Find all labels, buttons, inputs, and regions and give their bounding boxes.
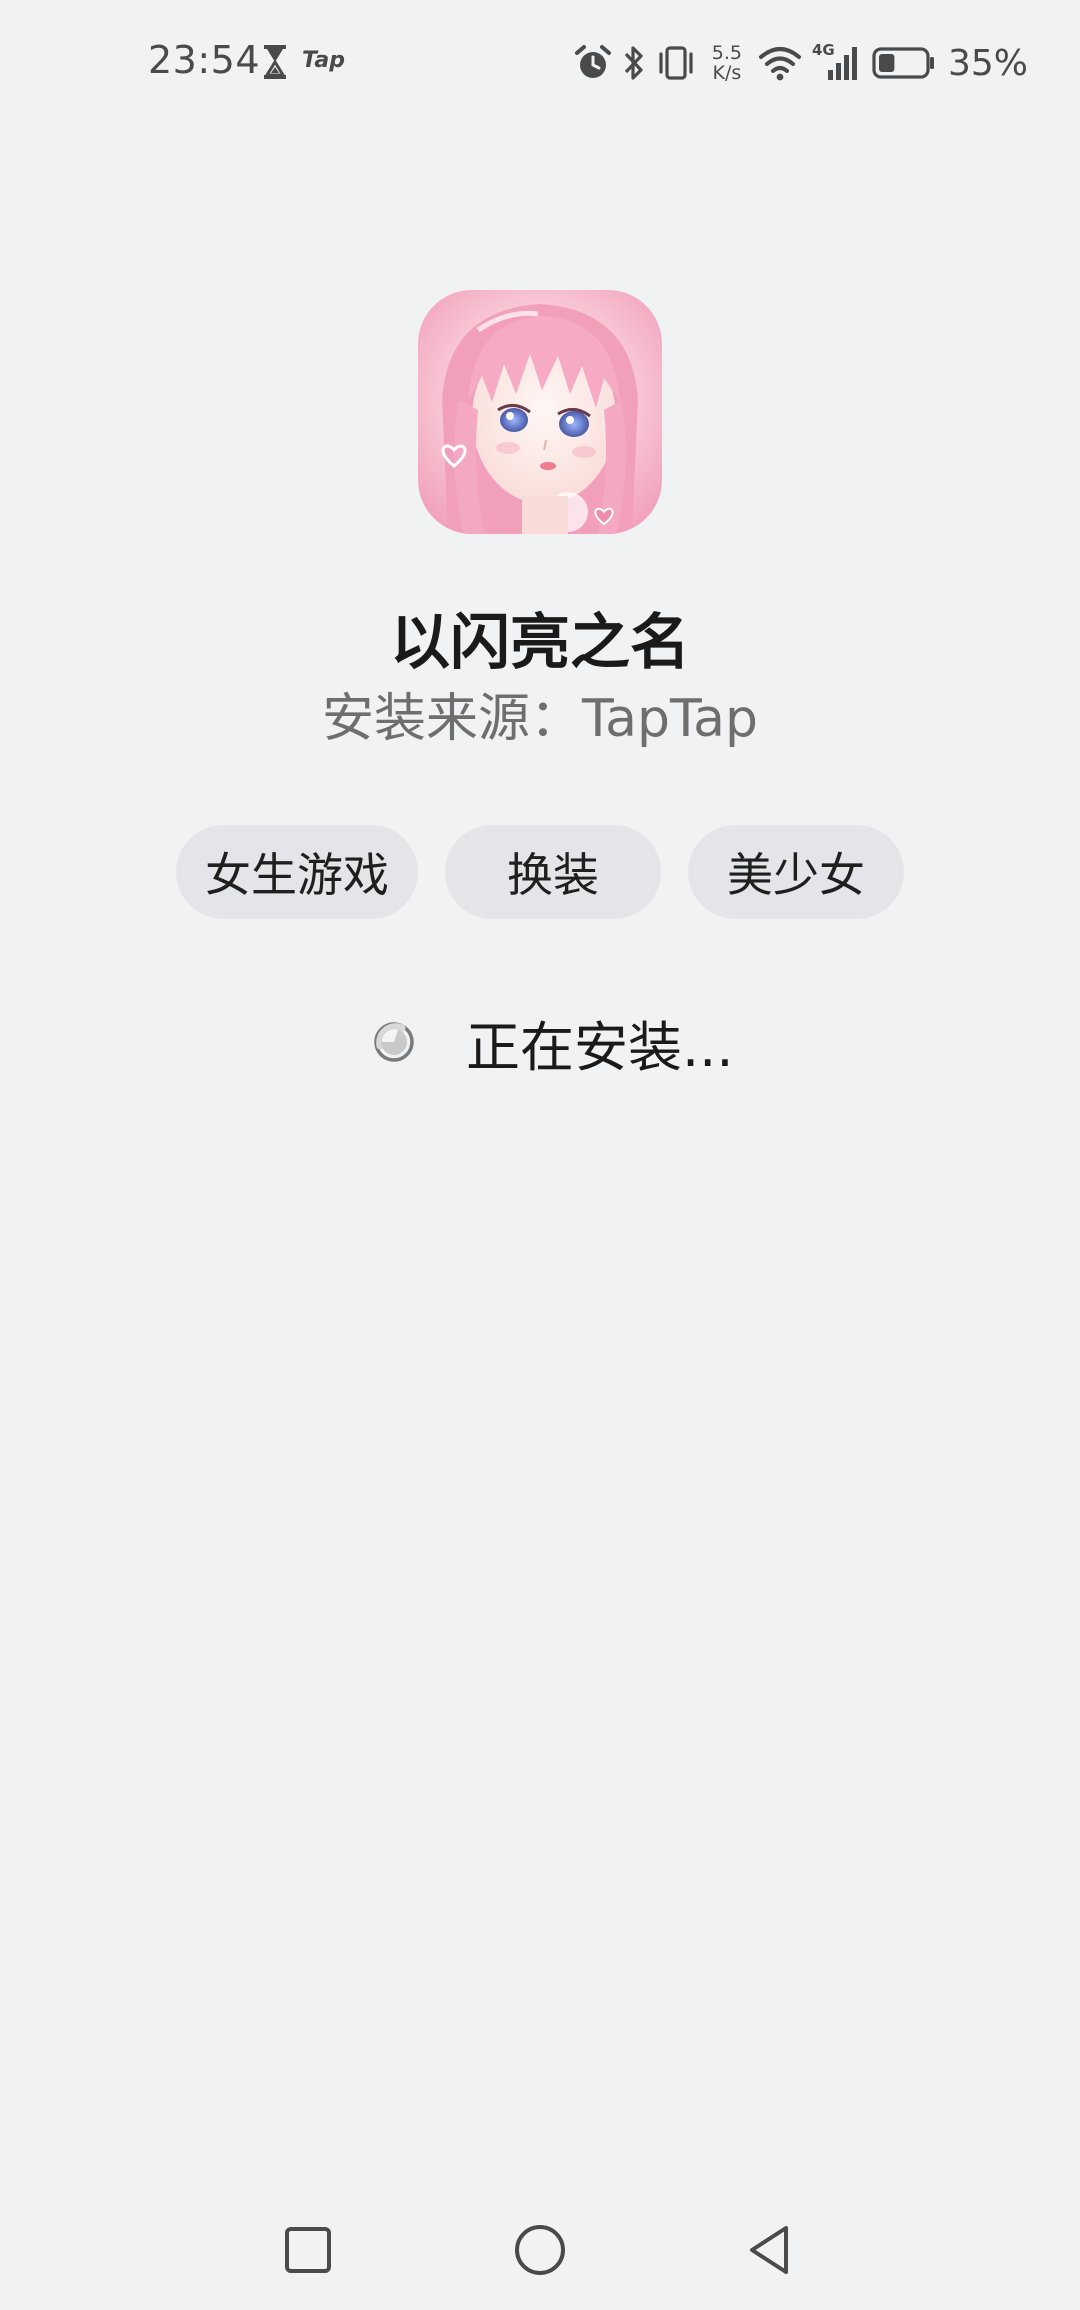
status-icons: 5.5 K/s 4G 35% xyxy=(574,36,1028,90)
app-icon xyxy=(418,290,662,534)
app-name: 以闪亮之名 xyxy=(390,608,690,678)
home-icon xyxy=(515,2225,565,2275)
back-icon xyxy=(750,2226,788,2274)
recent-apps-button[interactable] xyxy=(268,2210,348,2290)
install-progress: 正在安装... xyxy=(372,1010,734,1079)
tag-girls-game[interactable]: 女生游戏 xyxy=(176,825,418,919)
recent-apps-icon xyxy=(285,2227,331,2273)
wifi-icon xyxy=(758,45,802,81)
net-speed: 5.5 K/s xyxy=(712,43,742,83)
battery-icon xyxy=(872,46,936,80)
net-speed-unit: K/s xyxy=(712,62,742,84)
install-source: 安装来源：TapTap xyxy=(321,689,759,749)
net-speed-value: 5.5 xyxy=(711,42,742,64)
vibrate-icon xyxy=(656,45,696,81)
hourglass-icon xyxy=(262,44,288,80)
home-button[interactable] xyxy=(500,2210,580,2290)
tag-dress-up[interactable]: 换装 xyxy=(445,825,661,919)
back-button[interactable] xyxy=(730,2210,810,2290)
loading-spinner-icon xyxy=(372,1020,416,1064)
status-time: 23:54 xyxy=(148,38,261,82)
installing-status-text: 正在安装... xyxy=(466,1015,734,1079)
battery-percent: 35% xyxy=(947,42,1028,84)
navigation-bar xyxy=(0,2210,1080,2290)
alarm-icon xyxy=(574,44,612,82)
cellular-signal-icon: 4G xyxy=(812,41,862,83)
taptap-notification-label: Tap xyxy=(302,48,345,73)
bluetooth-icon xyxy=(622,43,646,83)
status-bar: 23:54 Tap 5.5 K/s 4G 35% xyxy=(0,0,1080,126)
tag-pretty-girl[interactable]: 美少女 xyxy=(688,825,904,919)
